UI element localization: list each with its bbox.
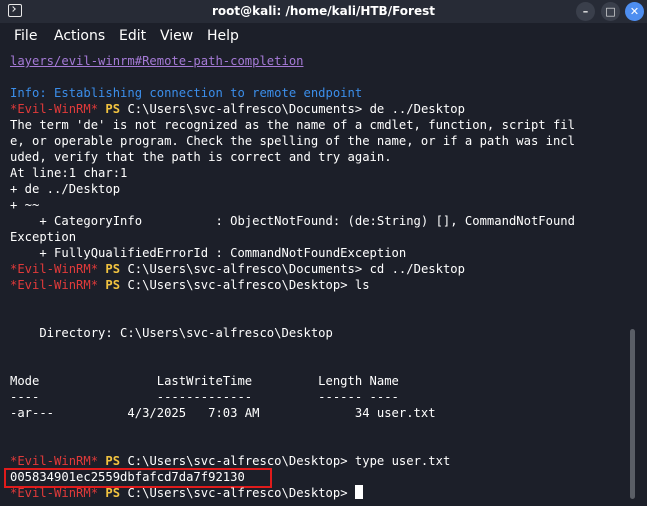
prompt-prefix: *Evil-WinRM* bbox=[10, 278, 99, 292]
listing-underline: ---- ------------- ------ ---- bbox=[10, 390, 399, 404]
prompt-prefix: *Evil-WinRM* bbox=[10, 262, 99, 276]
menu-actions[interactable]: Actions bbox=[54, 28, 105, 44]
command-text: type user.txt bbox=[347, 454, 451, 468]
listing-row: -ar--- 4/3/2025 7:03 AM 34 user.txt bbox=[10, 406, 436, 420]
minimize-button[interactable]: – bbox=[576, 2, 595, 21]
prompt-path: C:\Users\svc-alfresco\Documents> bbox=[127, 262, 363, 276]
error-line: Exception bbox=[10, 230, 77, 244]
error-line: The term 'de' is not recognized as the n… bbox=[10, 118, 575, 132]
prompt-path: C:\Users\svc-alfresco\Desktop> bbox=[127, 486, 348, 500]
error-line: + ~~ bbox=[10, 198, 40, 212]
error-line: e, or operable program. Check the spelli… bbox=[10, 134, 575, 148]
window-title: root@kali: /home/kali/HTB/Forest bbox=[212, 4, 435, 18]
terminal-prompt-line: *Evil-WinRM* PS C:\Users\svc-alfresco\Do… bbox=[10, 101, 465, 117]
prompt-path: C:\Users\svc-alfresco\Documents> bbox=[127, 102, 363, 116]
command-text: cd ../Desktop bbox=[362, 262, 465, 276]
error-line: + FullyQualifiedErrorId : CommandNotFoun… bbox=[10, 246, 407, 260]
flag-output[interactable]: 005834901ec2559dbfafcd7da7f92130 bbox=[10, 469, 245, 485]
menu-bar: File Actions Edit View Help bbox=[0, 23, 647, 49]
menu-help[interactable]: Help bbox=[207, 28, 239, 44]
menu-file[interactable]: File bbox=[14, 28, 37, 44]
terminal-prompt-line: *Evil-WinRM* PS C:\Users\svc-alfresco\De… bbox=[10, 453, 450, 469]
prompt-ps: PS bbox=[105, 486, 121, 500]
title-bar: root@kali: /home/kali/HTB/Forest – □ ✕ bbox=[0, 0, 647, 23]
terminal-output[interactable]: layers/evil-winrm#Remote-path-completion… bbox=[0, 49, 647, 506]
error-line: + CategoryInfo : ObjectNotFound: (de:Str… bbox=[10, 214, 575, 228]
prompt-ps: PS bbox=[105, 262, 121, 276]
scrollbar[interactable] bbox=[630, 329, 635, 499]
prompt-prefix: *Evil-WinRM* bbox=[10, 102, 99, 116]
error-line: + de ../Desktop bbox=[10, 182, 121, 196]
terminal-info-line: Info: Establishing connection to remote … bbox=[10, 86, 363, 100]
terminal-link-line[interactable]: layers/evil-winrm#Remote-path-completion bbox=[10, 53, 304, 69]
menu-view[interactable]: View bbox=[160, 28, 193, 44]
error-line: uded, verify that the path is correct an… bbox=[10, 150, 392, 164]
command-text: ls bbox=[347, 278, 370, 292]
listing-header: Mode LastWriteTime Length Name bbox=[10, 374, 399, 388]
prompt-ps: PS bbox=[105, 278, 121, 292]
prompt-path: C:\Users\svc-alfresco\Desktop> bbox=[127, 278, 348, 292]
error-line: At line:1 char:1 bbox=[10, 166, 128, 180]
maximize-button[interactable]: □ bbox=[601, 2, 620, 21]
prompt-path: C:\Users\svc-alfresco\Desktop> bbox=[127, 454, 348, 468]
prompt-ps: PS bbox=[105, 102, 121, 116]
close-button[interactable]: ✕ bbox=[625, 2, 644, 21]
prompt-ps: PS bbox=[105, 454, 121, 468]
menu-edit[interactable]: Edit bbox=[119, 28, 146, 44]
command-text: de ../Desktop bbox=[362, 102, 465, 116]
directory-line: Directory: C:\Users\svc-alfresco\Desktop bbox=[10, 326, 333, 340]
terminal-prompt-line: *Evil-WinRM* PS C:\Users\svc-alfresco\De… bbox=[10, 277, 370, 293]
prompt-prefix: *Evil-WinRM* bbox=[10, 486, 99, 500]
text-cursor bbox=[354, 485, 363, 499]
terminal-prompt-line[interactable]: *Evil-WinRM* PS C:\Users\svc-alfresco\De… bbox=[10, 485, 363, 501]
prompt-prefix: *Evil-WinRM* bbox=[10, 454, 99, 468]
terminal-prompt-line: *Evil-WinRM* PS C:\Users\svc-alfresco\Do… bbox=[10, 261, 465, 277]
